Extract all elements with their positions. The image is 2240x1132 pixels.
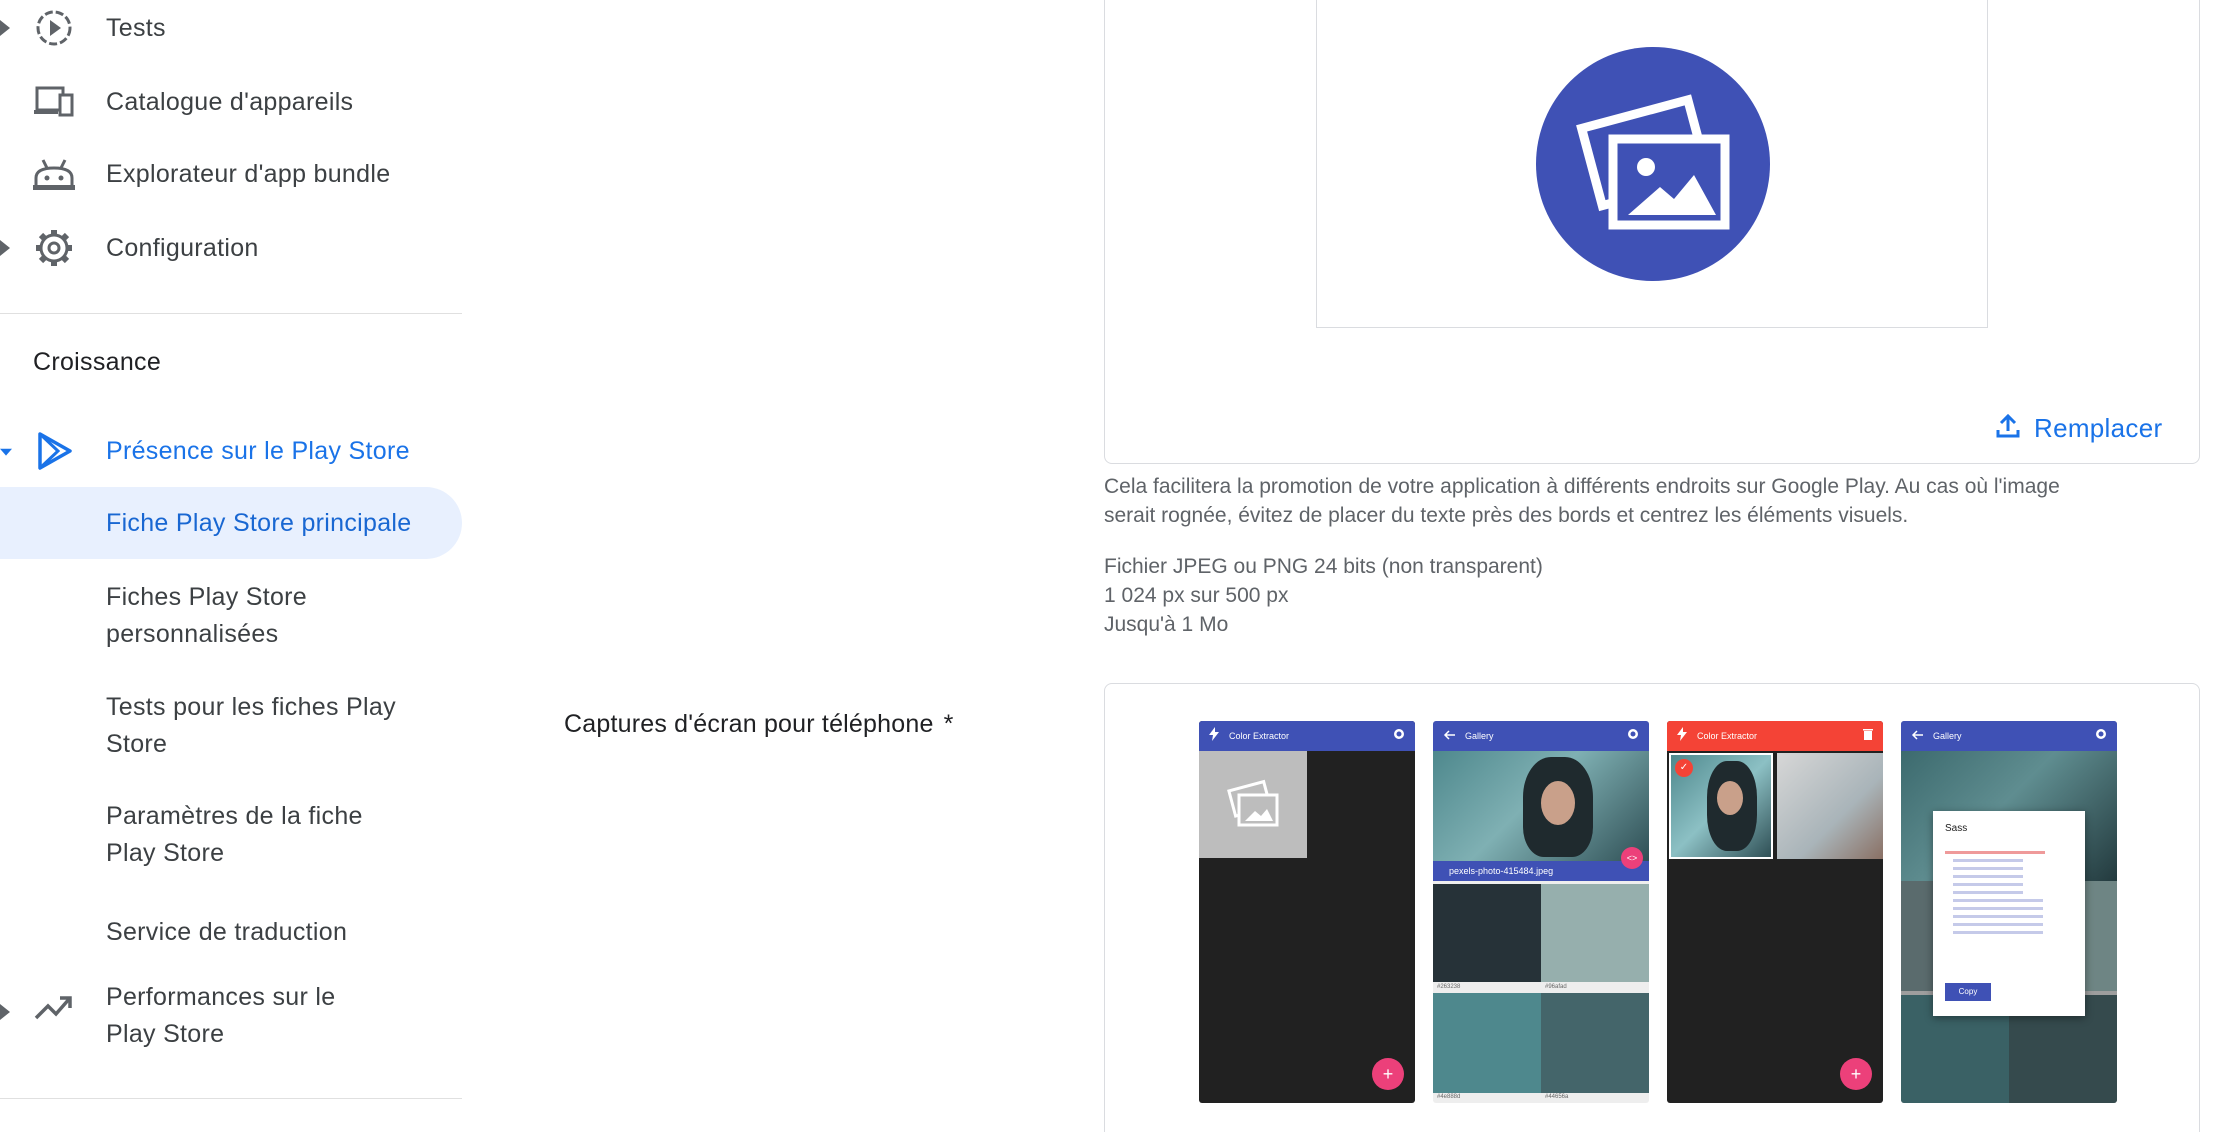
gallery-icon: [1225, 777, 1281, 834]
photo-thumbnail[interactable]: [1777, 753, 1883, 859]
play-console-page: Tests Catalogue d'appareils Explorateur …: [0, 0, 2240, 1132]
sidebar-item-play-store-presence[interactable]: Présence sur le Play Store: [0, 415, 464, 487]
help-text-line: Cela facilitera la promotion de votre ap…: [1104, 475, 2060, 498]
color-code: #44656a: [1545, 1094, 1569, 1100]
feature-graphic-image: [1536, 47, 1770, 281]
sidebar-item-device-catalog[interactable]: Catalogue d'appareils: [0, 66, 464, 138]
collapse-arrow-icon[interactable]: [0, 441, 12, 465]
app-title: Color Extractor: [1229, 731, 1290, 741]
expand-arrow-icon[interactable]: [0, 236, 12, 260]
help-text-line: serait rognée, évitez de placer du texte…: [1104, 504, 1909, 527]
sidebar-item-label: Tests: [106, 13, 166, 42]
gallery-icon: [1568, 87, 1738, 242]
requirement-text: 1 024 px sur 500 px: [1104, 584, 1289, 607]
sidebar-item-label: Fiches Play Store personnalisées: [106, 583, 308, 648]
color-swatch[interactable]: [1541, 993, 1649, 1093]
dialog-title: Sass: [1945, 823, 1968, 834]
sidebar-item-store-listing-experiments[interactable]: Tests pour les fiches Play Store: [0, 686, 462, 766]
add-fab[interactable]: +: [1372, 1058, 1404, 1090]
android-icon: [32, 152, 76, 196]
photo-preview: [1433, 751, 1649, 861]
sidebar-divider: [0, 313, 462, 314]
color-code: #263238: [1437, 984, 1461, 990]
bolt-icon: [1209, 726, 1219, 746]
sidebar-item-label: Présence sur le Play Store: [106, 436, 410, 465]
color-code: #96afad: [1545, 984, 1567, 990]
app-title: Gallery: [1933, 731, 1962, 741]
screenshot-thumbnail[interactable]: Color Extractor +: [1199, 721, 1415, 1103]
back-arrow-icon: [1911, 727, 1923, 745]
github-icon: [1627, 727, 1639, 745]
sidebar-item-tests[interactable]: Tests: [0, 0, 464, 64]
image-placeholder: [1199, 751, 1307, 858]
screenshot-thumbnail[interactable]: Gallery Sass Copy: [1901, 721, 2117, 1103]
sidebar-item-label: Explorateur d'app bundle: [106, 159, 391, 188]
sidebar-item-label: Catalogue d'appareils: [106, 87, 354, 116]
replace-button[interactable]: Remplacer: [1996, 408, 2162, 448]
sass-dialog: Sass Copy: [1933, 811, 2085, 1016]
expand-arrow-icon[interactable]: [0, 1004, 10, 1025]
selected-photo[interactable]: ✓: [1669, 753, 1773, 859]
requirement-text: Fichier JPEG ou PNG 24 bits (non transpa…: [1104, 555, 1543, 578]
sidebar-divider: [0, 1098, 462, 1099]
sidebar-item-label: Tests pour les fiches Play Store: [106, 693, 396, 758]
copy-button[interactable]: Copy: [1945, 983, 1991, 1001]
sidebar-item-label: Performances sur le Play Store: [106, 983, 336, 1048]
code-block: [1945, 851, 2069, 939]
sidebar-item-label: Paramètres de la fiche Play Store: [106, 802, 363, 867]
delete-icon: [1863, 727, 1873, 745]
sidebar-item-main-store-listing[interactable]: Fiche Play Store principale: [0, 487, 462, 559]
sidebar-item-configuration[interactable]: Configuration: [0, 212, 464, 284]
phone-screenshots-label: Captures d'écran pour téléphone *: [564, 710, 954, 738]
requirement-text: Jusqu'à 1 Mo: [1104, 613, 1229, 636]
file-name-bar: pexels-photo-415484.jpeg: [1433, 861, 1649, 881]
play-store-icon: [32, 429, 76, 473]
sidebar-item-translation-service[interactable]: Service de traduction: [0, 904, 462, 960]
color-code: #4e888d: [1437, 1094, 1461, 1100]
devices-icon: [32, 80, 76, 124]
app-bar: Color Extractor: [1199, 721, 1415, 751]
play-circle-icon: [32, 6, 76, 50]
sidebar-item-store-settings[interactable]: Paramètres de la fiche Play Store: [0, 795, 462, 875]
screenshot-thumbnail[interactable]: Color Extractor ✓ +: [1667, 721, 1883, 1103]
code-fab[interactable]: <>: [1621, 847, 1643, 869]
sidebar: Tests Catalogue d'appareils Explorateur …: [0, 0, 464, 1132]
back-arrow-icon: [1443, 727, 1455, 745]
app-bar: Color Extractor: [1667, 721, 1883, 751]
sidebar-item-label: Configuration: [106, 233, 259, 262]
sidebar-item-label: Fiche Play Store principale: [106, 508, 412, 537]
sidebar-item-store-performance[interactable]: Performances sur le Play Store: [0, 976, 462, 1056]
replace-button-label: Remplacer: [2034, 412, 2163, 443]
trending-up-icon: [34, 994, 74, 1025]
app-title: Color Extractor: [1697, 731, 1758, 741]
section-title-growth: Croissance: [33, 348, 162, 376]
sidebar-item-custom-store-listings[interactable]: Fiches Play Store personnalisées: [0, 576, 462, 656]
sidebar-item-label: Service de traduction: [106, 917, 348, 946]
color-swatch[interactable]: [1433, 884, 1541, 982]
add-fab[interactable]: +: [1840, 1058, 1872, 1090]
expand-arrow-icon[interactable]: [0, 16, 12, 40]
color-swatch[interactable]: [1433, 993, 1541, 1093]
app-title: Gallery: [1465, 731, 1494, 741]
color-swatch[interactable]: [1541, 884, 1649, 982]
github-icon: [1393, 727, 1405, 745]
screenshot-thumbnail[interactable]: Gallery pexels-photo-415484.jpeg <> #263…: [1433, 721, 1649, 1103]
bolt-icon: [1677, 726, 1687, 746]
check-icon: ✓: [1675, 759, 1693, 777]
gear-icon: [32, 226, 76, 270]
required-marker: *: [943, 710, 954, 738]
app-bar: Gallery: [1901, 721, 2117, 751]
app-bar: Gallery: [1433, 721, 1649, 751]
github-icon: [2095, 727, 2107, 745]
sidebar-item-bundle-explorer[interactable]: Explorateur d'app bundle: [0, 138, 464, 210]
upload-icon: [1996, 413, 2020, 444]
